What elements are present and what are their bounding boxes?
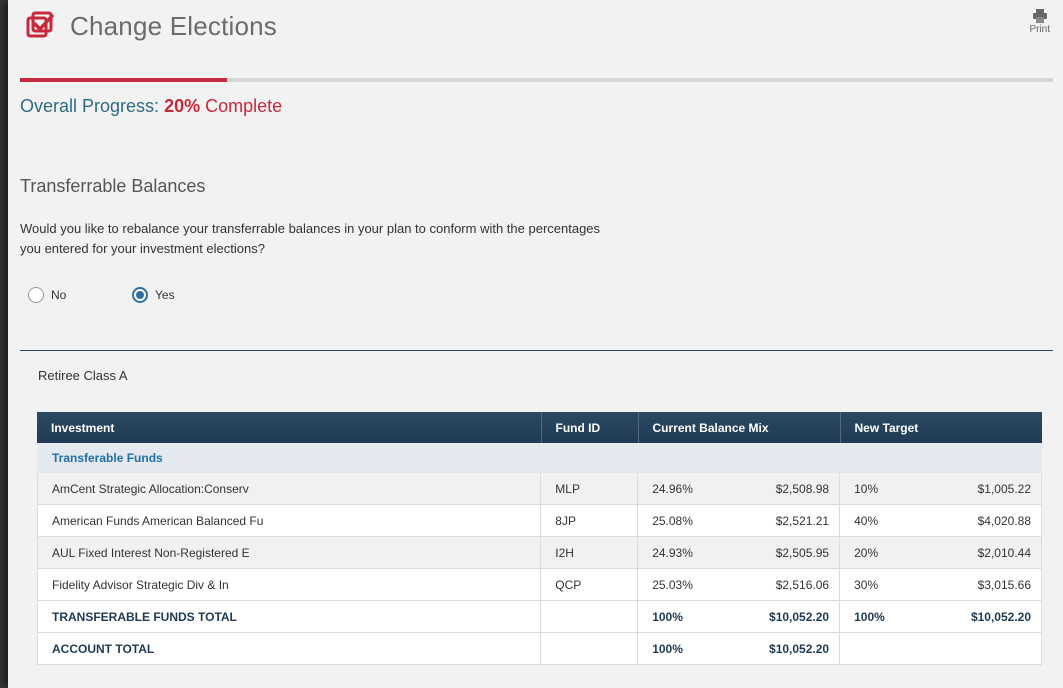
account-total-label: ACCOUNT TOTAL	[36, 632, 542, 665]
total-new-pct: 100%	[839, 600, 941, 633]
new-amount: $4,020.88	[940, 504, 1042, 537]
total-fund-id	[540, 600, 639, 633]
investment-name: Fidelity Advisor Strategic Div & In	[36, 568, 542, 601]
print-label: Print	[1029, 24, 1050, 35]
total-current-amount: $10,052.20	[738, 600, 841, 633]
current-amount: $2,508.98	[738, 472, 841, 505]
table-row: AmCent Strategic Allocation:Conserv MLP …	[36, 472, 1042, 505]
section-title: Transferrable Balances	[20, 176, 206, 196]
current-pct: 24.96%	[637, 472, 739, 505]
progress-percent: 20%	[164, 96, 201, 116]
current-pct: 25.03%	[637, 568, 739, 601]
new-amount: $2,010.44	[940, 536, 1042, 569]
checkbox-check-icon	[26, 11, 54, 38]
radio-yes[interactable]: Yes	[132, 287, 175, 303]
page-title: Change Elections	[70, 10, 277, 41]
investment-table-body: Transferable Funds AmCent Strategic Allo…	[36, 443, 1042, 665]
col-investment: Investment	[37, 412, 542, 443]
investment-name: American Funds American Balanced Fu	[36, 504, 542, 537]
current-amount: $2,505.95	[738, 536, 841, 569]
current-pct: 24.93%	[637, 536, 739, 569]
fund-id: QCP	[540, 568, 639, 601]
table-header-row: Investment Fund ID Current Balance Mix N…	[37, 412, 1042, 443]
page-header: Change Elections	[26, 8, 277, 44]
account-total-row: ACCOUNT TOTAL 100% $10,052.20	[36, 632, 1042, 665]
radio-yes-circle[interactable]	[132, 287, 148, 303]
investment-table: Investment Fund ID Current Balance Mix N…	[37, 412, 1042, 443]
group-row: Transferable Funds	[37, 443, 1042, 473]
progress-bar-fill	[20, 78, 227, 82]
new-amount: $1,005.22	[940, 472, 1042, 505]
current-pct: 25.08%	[637, 504, 739, 537]
new-pct: 10%	[839, 472, 941, 505]
investment-name: AmCent Strategic Allocation:Conserv	[36, 472, 542, 505]
new-pct: 40%	[839, 504, 941, 537]
account-total-new-target	[839, 632, 1042, 665]
col-current-balance-mix: Current Balance Mix	[638, 412, 841, 443]
current-amount: $2,516.06	[738, 568, 841, 601]
transferable-total-row: TRANSFERABLE FUNDS TOTAL 100% $10,052.20…	[36, 600, 1042, 633]
progress-text: Overall Progress: 20% Complete	[20, 96, 282, 117]
print-button[interactable]: Print	[1029, 9, 1050, 35]
progress-prefix: Overall Progress:	[20, 96, 160, 116]
radio-no[interactable]: No	[28, 287, 132, 303]
total-current-pct: 100%	[637, 600, 739, 633]
col-fund-id: Fund ID	[541, 412, 639, 443]
col-new-target: New Target	[840, 412, 1042, 443]
section-divider	[20, 350, 1053, 351]
question-line-2: you entered for your investment election…	[20, 241, 265, 256]
new-amount: $3,015.66	[940, 568, 1042, 601]
account-total-amount: $10,052.20	[738, 632, 841, 665]
radio-no-label: No	[51, 288, 67, 302]
fund-id: MLP	[540, 472, 639, 505]
account-class-label: Retiree Class A	[38, 368, 128, 383]
group-label: Transferable Funds	[37, 443, 1042, 473]
rebalance-question: Would you like to rebalance your transfe…	[20, 219, 710, 259]
table-row: Fidelity Advisor Strategic Div & In QCP …	[36, 568, 1042, 601]
account-total-fund-id	[540, 632, 639, 665]
question-line-1: Would you like to rebalance your transfe…	[20, 221, 601, 236]
table-row: AUL Fixed Interest Non-Registered E I2H …	[36, 536, 1042, 569]
fund-id: 8JP	[540, 504, 639, 537]
account-total-pct: 100%	[637, 632, 739, 665]
progress-suffix: Complete	[205, 96, 283, 116]
current-amount: $2,521.21	[738, 504, 841, 537]
page: Change Elections Print Overall Progress:…	[8, 0, 1063, 688]
radio-yes-label: Yes	[155, 288, 175, 302]
total-new-amount: $10,052.20	[940, 600, 1042, 633]
table-row: American Funds American Balanced Fu 8JP …	[36, 504, 1042, 537]
investment-name: AUL Fixed Interest Non-Registered E	[36, 536, 542, 569]
printer-icon	[1032, 9, 1047, 23]
total-label: TRANSFERABLE FUNDS TOTAL	[36, 600, 542, 633]
radio-no-circle[interactable]	[28, 287, 44, 303]
new-pct: 20%	[839, 536, 941, 569]
rebalance-radio-group: No Yes	[28, 287, 175, 303]
new-pct: 30%	[839, 568, 941, 601]
progress-bar	[20, 78, 1053, 82]
fund-id: I2H	[540, 536, 639, 569]
